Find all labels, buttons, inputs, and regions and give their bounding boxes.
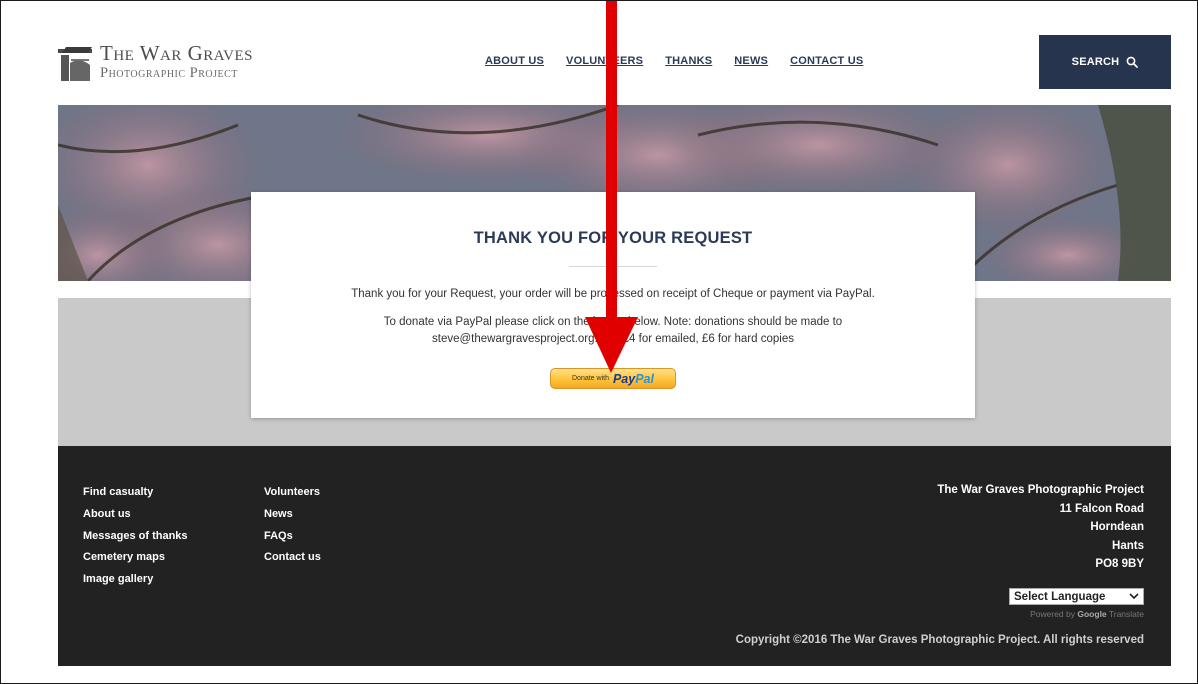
paypal-logo-pal: Pal bbox=[635, 371, 654, 386]
thank-you-card: THANK YOU FOR YOUR REQUEST Thank you for… bbox=[251, 192, 975, 418]
nav-news[interactable]: NEWS bbox=[734, 55, 768, 67]
copyright-notice: Copyright ©2016 The War Graves Photograp… bbox=[735, 634, 1144, 646]
nav-thanks[interactable]: THANKS bbox=[665, 55, 712, 67]
footer-link-news[interactable]: News bbox=[264, 508, 321, 522]
footer-links-col-1: Find casualty About us Messages of thank… bbox=[83, 486, 188, 587]
footer-link-volunteers[interactable]: Volunteers bbox=[264, 486, 321, 500]
search-button[interactable]: SEARCH bbox=[1039, 35, 1171, 89]
donation-line-1: To donate via PayPal please click on the… bbox=[383, 316, 843, 328]
translate-link[interactable]: Translate bbox=[1109, 609, 1144, 619]
google-translate-credit: Powered by Google Translate bbox=[1030, 609, 1144, 619]
logo-subtitle: Photographic Project bbox=[100, 65, 238, 82]
nav-contact-us[interactable]: CONTACT US bbox=[790, 55, 863, 67]
address-town: Horndean bbox=[1090, 521, 1144, 534]
powered-by-text: Powered by bbox=[1030, 609, 1075, 619]
paypal-logo: PayPal bbox=[613, 372, 654, 386]
main-nav: ABOUT US VOLUNTEERS THANKS NEWS CONTACT … bbox=[485, 55, 863, 67]
footer-link-messages-of-thanks[interactable]: Messages of thanks bbox=[83, 530, 188, 544]
paypal-donate-text: Donate with bbox=[572, 375, 609, 382]
page-frame: The War Graves Photographic Project ABOU… bbox=[0, 0, 1198, 684]
language-select-value: Select Language bbox=[1014, 590, 1106, 603]
donation-line-2: steve@thewargravesproject.org.uk – £4 fo… bbox=[432, 333, 794, 346]
nav-about-us[interactable]: ABOUT US bbox=[485, 55, 544, 67]
address-county: Hants bbox=[1112, 539, 1144, 552]
paypal-donate-button[interactable]: Donate with PayPal bbox=[550, 368, 676, 389]
footer-link-cemetery-maps[interactable]: Cemetery maps bbox=[83, 551, 188, 565]
search-label: SEARCH bbox=[1071, 56, 1120, 68]
footer-link-find-casualty[interactable]: Find casualty bbox=[83, 486, 188, 500]
nav-volunteers[interactable]: VOLUNTEERS bbox=[566, 55, 643, 67]
donation-instructions: To donate via PayPal please click on the… bbox=[251, 314, 975, 349]
language-select[interactable]: Select Language bbox=[1009, 588, 1144, 605]
order-message: Thank you for your Request, your order w… bbox=[351, 288, 875, 300]
site-footer: Find casualty About us Messages of thank… bbox=[58, 446, 1171, 666]
footer-link-about-us[interactable]: About us bbox=[83, 508, 188, 522]
title-divider bbox=[569, 266, 657, 267]
address-org: The War Graves Photographic Project bbox=[937, 484, 1144, 496]
address-postcode: PO8 9BY bbox=[1095, 558, 1144, 571]
site-logo[interactable]: The War Graves Photographic Project bbox=[58, 41, 253, 83]
search-icon bbox=[1126, 56, 1139, 68]
logo-emblem-icon bbox=[58, 41, 94, 83]
footer-link-faqs[interactable]: FAQs bbox=[264, 530, 321, 544]
logo-title: The War Graves bbox=[100, 41, 254, 66]
footer-link-image-gallery[interactable]: Image gallery bbox=[83, 573, 188, 587]
footer-address: The War Graves Photographic Project 11 F… bbox=[937, 483, 1144, 573]
page-title: THANK YOU FOR YOUR REQUEST bbox=[473, 229, 753, 247]
address-street: 11 Falcon Road bbox=[1059, 502, 1144, 515]
google-logo: Google bbox=[1077, 609, 1107, 619]
footer-links-col-2: Volunteers News FAQs Contact us bbox=[264, 486, 321, 565]
paypal-logo-pay: Pay bbox=[612, 371, 636, 386]
chevron-down-icon bbox=[1129, 593, 1139, 600]
footer-link-contact-us[interactable]: Contact us bbox=[264, 551, 321, 565]
